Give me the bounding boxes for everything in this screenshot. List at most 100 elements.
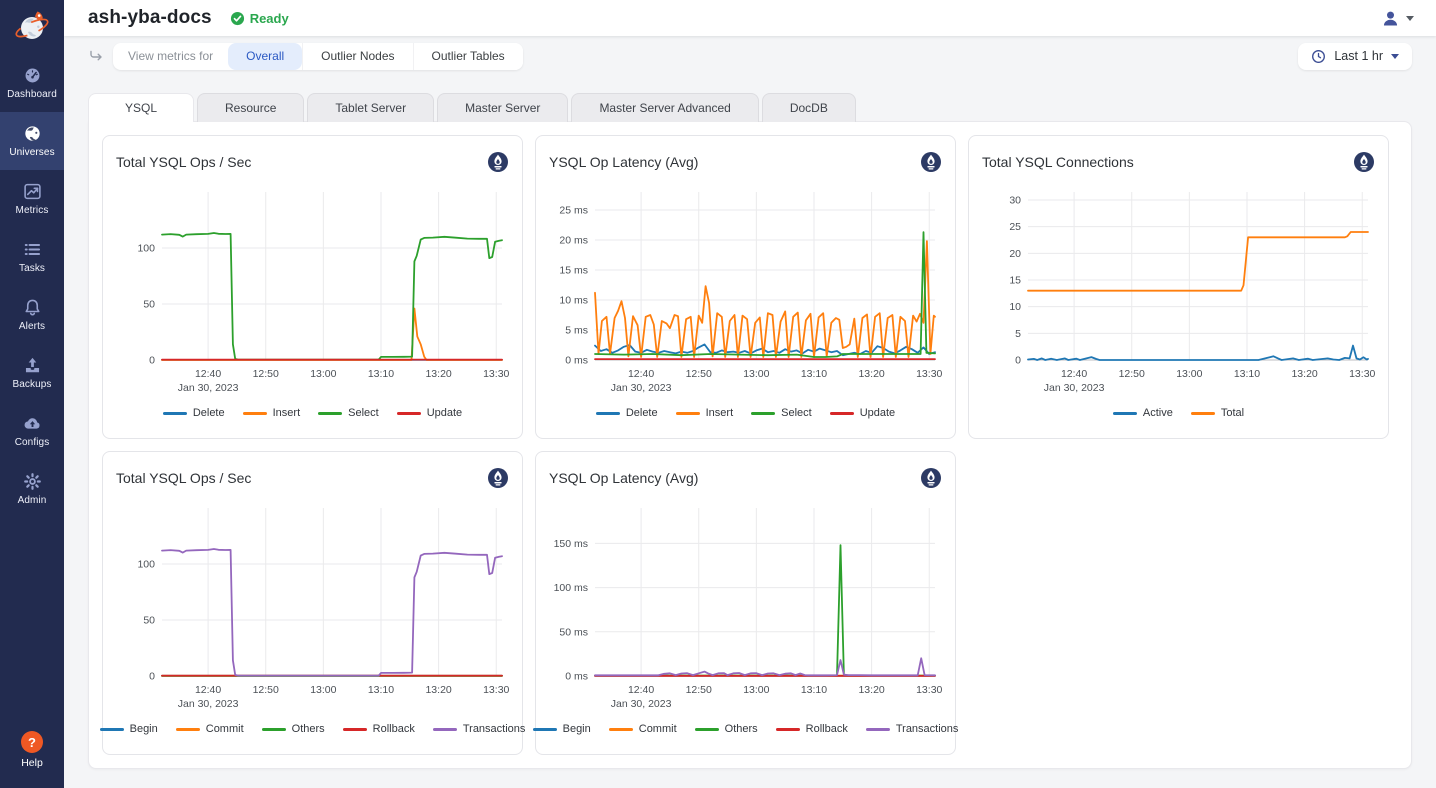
legend-label: Rollback [806,723,848,735]
legend-label: Total [1221,407,1244,419]
legend-item-select[interactable]: Select [751,407,812,419]
legend-item-begin[interactable]: Begin [100,723,158,735]
legend-swatch [695,728,719,731]
metrics-scope-label: View metrics for [113,43,228,70]
legend-swatch [343,728,367,731]
sidebar-item-configs[interactable]: Configs [0,402,64,460]
chart-legend: BeginCommitOthersRollbackTransactions [116,723,509,735]
legend-item-insert[interactable]: Insert [676,407,734,419]
legend-label: Select [348,407,379,419]
metrics-scope-tab-outlier-nodes[interactable]: Outlier Nodes [302,43,412,70]
legend-item-transactions[interactable]: Transactions [433,723,526,735]
gauge-icon [23,66,42,85]
metrics-scope-tab-outlier-tables[interactable]: Outlier Tables [413,43,523,70]
sidebar-item-label: Admin [18,495,47,506]
chart-title: Total YSQL Ops / Sec [116,154,251,170]
svg-text:12:40: 12:40 [628,368,654,380]
sidebar-nav-items: Dashboard Universes Metrics Tasks Alerts Back… [0,54,64,518]
sidebar-item-universes[interactable]: Universes [0,112,64,170]
chart-plot: 05010012:4012:5013:0013:1013:2013:30Jan … [116,494,509,720]
legend-item-commit[interactable]: Commit [609,723,677,735]
svg-text:12:40: 12:40 [1061,368,1087,380]
prometheus-icon[interactable] [487,151,509,173]
svg-text:13:10: 13:10 [801,368,827,380]
svg-text:13:30: 13:30 [916,368,942,380]
svg-text:25: 25 [1009,221,1021,233]
charts-board: Total YSQL Ops / Sec 05010012:4012:5013:… [88,121,1412,769]
legend-item-delete[interactable]: Delete [163,407,225,419]
prometheus-icon[interactable] [920,467,942,489]
chart-title: YSQL Op Latency (Avg) [549,470,698,486]
legend-label: Transactions [896,723,959,735]
user-icon [1381,9,1400,28]
legend-label: Begin [563,723,591,735]
sidebar-item-admin[interactable]: Admin [0,460,64,518]
svg-text:15 ms: 15 ms [559,265,588,277]
tab-docdb[interactable]: DocDB [762,93,856,122]
legend-item-insert[interactable]: Insert [243,407,301,419]
legend-item-rollback[interactable]: Rollback [776,723,848,735]
time-range-selector[interactable]: Last 1 hr [1298,43,1412,70]
legend-item-delete[interactable]: Delete [596,407,658,419]
yugabyte-logo[interactable] [0,0,64,54]
svg-text:13:00: 13:00 [310,684,336,696]
legend-label: Begin [130,723,158,735]
legend-item-others[interactable]: Others [695,723,758,735]
legend-item-begin[interactable]: Begin [533,723,591,735]
chart-legend: Active Total [982,407,1375,419]
sidebar-item-help[interactable]: ? Help [0,718,64,782]
sidebar-item-alerts[interactable]: Alerts [0,286,64,344]
chart-panel: Total YSQL Ops / Sec 05010012:4012:5013:… [102,451,523,755]
legend-item-active[interactable]: Active [1113,407,1173,419]
svg-text:13:10: 13:10 [1234,368,1260,380]
prometheus-icon[interactable] [920,151,942,173]
sidebar-item-backups[interactable]: Backups [0,344,64,402]
legend-item-transactions[interactable]: Transactions [866,723,959,735]
legend-label: Delete [626,407,658,419]
svg-text:Jan 30, 2023: Jan 30, 2023 [1044,382,1105,394]
legend-swatch [596,412,620,415]
legend-label: Update [860,407,895,419]
svg-text:12:40: 12:40 [195,368,221,380]
sidebar-item-dashboard[interactable]: Dashboard [0,54,64,112]
sidebar-item-label: Alerts [19,321,45,332]
svg-text:13:30: 13:30 [483,368,509,380]
tab-master-server-advanced[interactable]: Master Server Advanced [571,93,758,122]
chevron-down-icon [1391,54,1399,59]
metrics-scope-tab-overall[interactable]: Overall [228,43,302,70]
prometheus-icon[interactable] [1353,151,1375,173]
svg-text:Jan 30, 2023: Jan 30, 2023 [178,698,239,710]
status-badge: Ready [230,11,289,26]
sidebar-item-metrics[interactable]: Metrics [0,170,64,228]
svg-text:20 ms: 20 ms [559,235,588,247]
svg-text:Jan 30, 2023: Jan 30, 2023 [611,382,672,394]
legend-swatch [776,728,800,731]
legend-item-commit[interactable]: Commit [176,723,244,735]
tab-tablet-server[interactable]: Tablet Server [307,93,434,122]
legend-label: Others [292,723,325,735]
list-icon [23,240,42,259]
legend-item-update[interactable]: Update [830,407,895,419]
sidebar-item-tasks[interactable]: Tasks [0,228,64,286]
legend-item-others[interactable]: Others [262,723,325,735]
tab-master-server[interactable]: Master Server [437,93,568,122]
user-menu[interactable] [1381,9,1414,28]
tab-resource[interactable]: Resource [197,93,304,122]
legend-item-select[interactable]: Select [318,407,379,419]
top-header: ash-yba-docs Ready [64,0,1436,36]
sidebar-item-label: Tasks [19,263,45,274]
svg-text:12:50: 12:50 [253,684,279,696]
sidebar-item-label: Universes [9,147,54,158]
tab-ysql[interactable]: YSQL [88,93,194,122]
sidebar-item-label: Metrics [16,205,49,216]
legend-label: Active [1143,407,1173,419]
metrics-scope-tabs: View metrics for OverallOutlier NodesOut… [113,43,523,70]
legend-item-total[interactable]: Total [1191,407,1244,419]
legend-item-rollback[interactable]: Rollback [343,723,415,735]
svg-text:13:10: 13:10 [368,368,394,380]
prometheus-icon[interactable] [487,467,509,489]
help-icon: ? [21,731,43,753]
legend-item-update[interactable]: Update [397,407,462,419]
svg-text:13:20: 13:20 [858,684,884,696]
bell-icon [23,298,42,317]
